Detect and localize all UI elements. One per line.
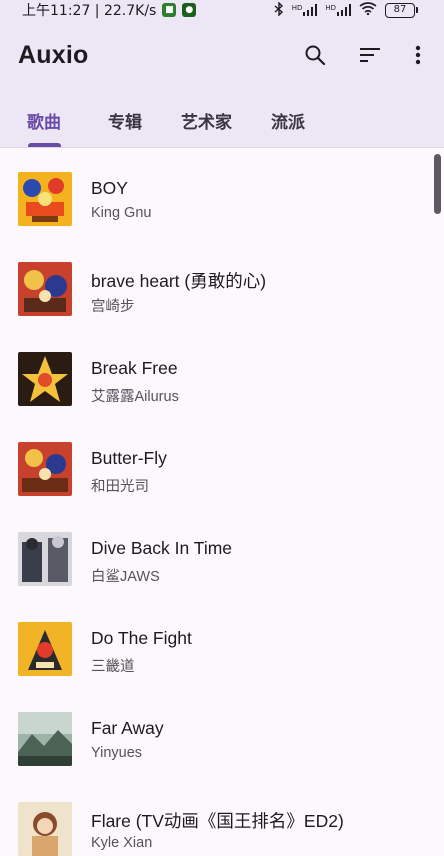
signal-icon: HD	[292, 4, 318, 16]
song-artist: 白鲨JAWS	[91, 569, 160, 585]
album-cover	[18, 712, 72, 766]
song-row[interactable]: Far Away Yinyues	[0, 688, 430, 778]
tab-albums[interactable]: 专辑	[108, 94, 142, 147]
song-row[interactable]: Do The Fight 三畿道	[0, 598, 430, 688]
status-time-speed: 上午11:27 | 22.7K/s	[22, 3, 157, 19]
search-icon	[304, 44, 326, 70]
song-title: Do The Fight	[91, 628, 192, 648]
more-options-button[interactable]	[402, 41, 434, 73]
tab-artists[interactable]: 艺术家	[181, 94, 232, 147]
song-row[interactable]: Break Free 艾露露Ailurus	[0, 328, 430, 418]
song-artist: Kyle Xian	[91, 835, 153, 851]
song-artist: Yinyues	[91, 745, 143, 761]
search-button[interactable]	[299, 41, 331, 73]
app-bar: Auxio	[0, 20, 444, 94]
wifi-icon	[359, 2, 377, 18]
sort-icon	[359, 46, 381, 68]
tab-active-indicator	[28, 143, 61, 147]
album-cover	[18, 622, 72, 676]
album-cover	[18, 352, 72, 406]
signal-icon-2: HD	[325, 4, 351, 16]
song-title: brave heart (勇敢的心)	[91, 271, 267, 291]
tab-genres[interactable]: 流派	[271, 94, 305, 147]
battery-level: 87	[385, 2, 415, 18]
song-title: Far Away	[91, 718, 164, 738]
song-row[interactable]: Dive Back In Time 白鲨JAWS	[0, 508, 430, 598]
album-cover	[18, 262, 72, 316]
more-vert-icon	[415, 45, 421, 69]
status-bar-left: 上午11:27 | 22.7K/s ■ ●	[0, 0, 197, 20]
album-cover	[18, 532, 72, 586]
app-title: Auxio	[18, 41, 89, 69]
song-title: Dive Back In Time	[91, 538, 233, 558]
album-cover	[18, 442, 72, 496]
song-title: Break Free	[91, 358, 178, 378]
status-bar: 上午11:27 | 22.7K/s ■ ● HD HD 87	[0, 0, 444, 20]
song-artist: 三畿道	[91, 659, 135, 675]
album-cover	[18, 172, 72, 226]
song-artist: 艾露露Ailurus	[91, 389, 179, 405]
battery-indicator: 87	[385, 2, 418, 18]
song-row[interactable]: Flare (TV动画《国王排名》ED2) Kyle Xian	[0, 778, 430, 856]
app-notification-icon: ■	[162, 3, 177, 17]
song-title: BOY	[91, 178, 128, 198]
song-row[interactable]: brave heart (勇敢的心) 宫崎步	[0, 238, 430, 328]
album-cover	[18, 802, 72, 856]
song-artist: 和田光司	[91, 479, 149, 495]
app-notification-icon-2: ●	[182, 3, 197, 17]
song-row[interactable]: Butter-Fly 和田光司	[0, 418, 430, 508]
signal-label-2: HD	[325, 4, 336, 12]
signal-label: HD	[291, 4, 303, 12]
bluetooth-icon	[274, 0, 284, 19]
sort-button[interactable]	[354, 41, 386, 73]
scrollbar-thumb[interactable]	[434, 154, 441, 214]
song-title: Butter-Fly	[91, 448, 167, 468]
song-row[interactable]: BOY King Gnu	[0, 148, 430, 238]
status-bar-right: HD HD 87	[274, 0, 444, 19]
tab-bar: 歌曲 专辑 艺术家 流派	[0, 94, 444, 148]
song-artist: 宫崎步	[91, 299, 135, 315]
song-artist: King Gnu	[91, 205, 152, 221]
tab-songs[interactable]: 歌曲	[27, 94, 61, 147]
song-title: Flare (TV动画《国王排名》ED2)	[91, 811, 344, 831]
battery-tip	[416, 7, 418, 13]
song-list[interactable]: BOY King Gnu brave heart (勇敢的心) 宫崎步 Brea…	[0, 148, 444, 856]
